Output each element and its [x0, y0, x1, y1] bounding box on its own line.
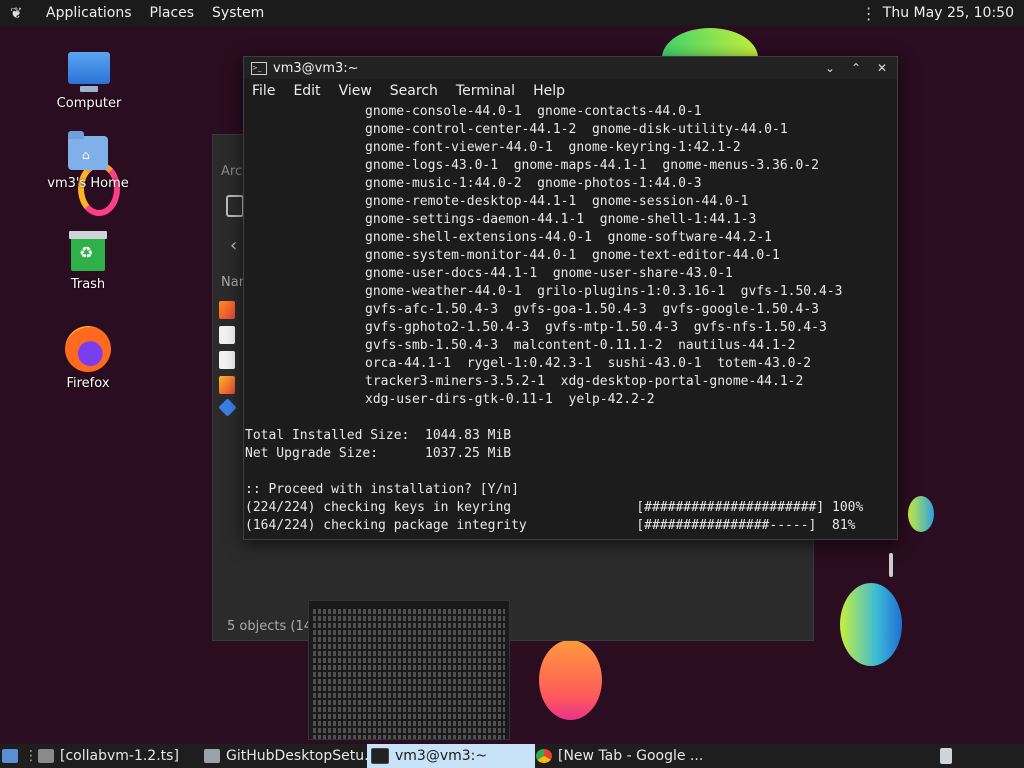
- desktop-icon-home[interactable]: ⌂ vm3's Home: [38, 131, 138, 191]
- desktop-icon-label: Computer: [56, 96, 122, 111]
- taskbar-item-label: GitHubDesktopSetu...: [226, 748, 378, 764]
- menu-file[interactable]: File: [252, 83, 275, 99]
- show-desktop-button[interactable]: [2, 744, 18, 768]
- summary-line: Total Installed Size: 1044.83 MiB: [245, 428, 512, 443]
- package-line: gnome-remote-desktop-44.1-1 gnome-sessio…: [365, 194, 749, 209]
- back-arrow-icon[interactable]: ‹: [230, 235, 237, 256]
- package-line: xdg-user-dirs-gtk-0.11-1 yelp-42.2-2: [365, 392, 655, 407]
- package-line: tracker3-miners-3.5.2-1 xdg-desktop-port…: [365, 374, 804, 389]
- window-thumbnail[interactable]: [308, 600, 510, 740]
- terminal-icon: [371, 748, 389, 764]
- wallpaper-shape: [539, 640, 602, 720]
- file-manager-toolbar-icon[interactable]: [226, 195, 244, 217]
- system-menu[interactable]: System: [212, 5, 264, 21]
- package-line: gnome-console-44.0-1 gnome-contacts-44.0…: [365, 104, 702, 119]
- taskbar: ⋮ [collabvm-1.2.ts] GitHubDesktopSetu...…: [0, 744, 1024, 768]
- summary-line: Net Upgrade Size: 1037.25 MiB: [245, 446, 512, 461]
- package-line: gnome-weather-44.0-1 grilo-plugins-1:0.3…: [365, 284, 843, 299]
- desktop-icon-trash[interactable]: ♻ Trash: [38, 231, 138, 292]
- menu-view[interactable]: View: [339, 83, 372, 99]
- menu-edit[interactable]: Edit: [293, 83, 320, 99]
- package-line: gnome-user-docs-44.1-1 gnome-user-share-…: [365, 266, 733, 281]
- package-line: orca-44.1-1 rygel-1:0.42.3-1 sushi-43.0-…: [365, 356, 812, 371]
- close-icon[interactable]: ✕: [873, 59, 891, 77]
- file-list: [218, 301, 237, 421]
- package-line: gnome-control-center-44.1-2 gnome-disk-u…: [365, 122, 788, 137]
- file-icon[interactable]: [219, 376, 235, 394]
- separator-icon: ⋮: [24, 748, 38, 764]
- desktop-icon-firefox[interactable]: Firefox: [38, 326, 138, 391]
- show-desktop-icon: [2, 749, 18, 763]
- trash-applet[interactable]: [940, 744, 952, 768]
- taskbar-item-label: vm3@vm3:~: [395, 748, 488, 764]
- menu-search[interactable]: Search: [390, 83, 438, 99]
- desktop-icon-label: vm3's Home: [47, 176, 129, 191]
- package-line: gvfs-afc-1.50.4-3 gvfs-goa-1.50.4-3 gvfs…: [365, 302, 819, 317]
- taskbar-separator: ⋮: [24, 744, 38, 768]
- places-menu[interactable]: Places: [150, 5, 195, 21]
- file-icon[interactable]: [219, 351, 235, 369]
- taskbar-item-collabvm[interactable]: [collabvm-1.2.ts]: [38, 744, 179, 768]
- file-icon[interactable]: [218, 398, 237, 417]
- desktop-icon-label: Firefox: [66, 376, 110, 391]
- window-title: vm3@vm3:~: [273, 60, 359, 76]
- file-icon[interactable]: [219, 326, 235, 344]
- progress-line: (164/224) checking package integrity [##…: [245, 518, 856, 533]
- package-line: gnome-font-viewer-44.0-1 gnome-keyring-1…: [365, 140, 741, 155]
- terminal-scrollbar[interactable]: [889, 553, 893, 577]
- package-line: gnome-logs-43.0-1 gnome-maps-44.1-1 gnom…: [365, 158, 819, 173]
- package-line: gvfs-smb-1.50.4-3 malcontent-0.11.1-2 na…: [365, 338, 796, 353]
- installer-icon: [204, 749, 220, 763]
- terminal-menubar: File Edit View Search Terminal Help: [244, 79, 897, 103]
- package-line: gnome-system-monitor-44.0-1 gnome-text-e…: [365, 248, 780, 263]
- terminal-titlebar[interactable]: >_ vm3@vm3:~ ⌄ ⌃ ✕: [244, 57, 897, 79]
- progress-line: (224/224) checking keys in keyring [####…: [245, 500, 864, 515]
- trash-applet-icon: [940, 748, 952, 764]
- taskbar-item-github-setup[interactable]: GitHubDesktopSetu...: [204, 744, 377, 768]
- package-line: gvfs-gphoto2-1.50.4-3 gvfs-mtp-1.50.4-3 …: [365, 320, 827, 335]
- desktop-icon-label: Trash: [70, 277, 106, 292]
- desktop-icon-computer[interactable]: Computer: [39, 52, 139, 111]
- home-folder-icon: ⌂: [68, 131, 108, 170]
- maximize-icon[interactable]: ⌃: [847, 59, 865, 77]
- overflow-icon[interactable]: ⋮: [861, 4, 877, 23]
- chrome-icon: [536, 749, 552, 763]
- wallpaper-shape: [908, 496, 934, 532]
- gnome-foot-icon[interactable]: ❦: [10, 4, 28, 22]
- package-line: gnome-music-1:44.0-2 gnome-photos-1:44.0…: [365, 176, 702, 191]
- top-panel: ❦ Applications Places System ⋮ Thu May 2…: [0, 0, 1024, 26]
- wallpaper-shape: [840, 583, 902, 666]
- taskbar-item-label: [New Tab - Google ...: [558, 748, 704, 764]
- proceed-prompt: :: Proceed with installation? [Y/n]: [245, 482, 519, 497]
- notes-icon: [38, 749, 54, 763]
- menu-terminal[interactable]: Terminal: [456, 83, 515, 99]
- package-line: gnome-shell-extensions-44.0-1 gnome-soft…: [365, 230, 772, 245]
- package-line: gnome-settings-daemon-44.1-1 gnome-shell…: [365, 212, 757, 227]
- status-bar: 5 objects (141: [227, 619, 321, 634]
- computer-icon: [68, 52, 110, 92]
- terminal-output[interactable]: gnome-console-44.0-1 gnome-contacts-44.0…: [244, 103, 885, 539]
- taskbar-item-terminal[interactable]: vm3@vm3:~: [367, 744, 535, 768]
- file-icon[interactable]: [219, 301, 235, 319]
- trash-icon: ♻: [69, 231, 107, 271]
- taskbar-item-label: [collabvm-1.2.ts]: [60, 748, 179, 764]
- terminal-icon: >_: [251, 61, 267, 75]
- minimize-icon[interactable]: ⌄: [821, 59, 839, 77]
- firefox-icon: [65, 326, 111, 372]
- clock[interactable]: Thu May 25, 10:50: [883, 5, 1014, 21]
- applications-menu[interactable]: Applications: [46, 5, 132, 21]
- terminal-window[interactable]: >_ vm3@vm3:~ ⌄ ⌃ ✕ File Edit View Search…: [243, 56, 898, 577]
- menu-help[interactable]: Help: [533, 83, 565, 99]
- taskbar-item-chrome[interactable]: [New Tab - Google ...: [536, 744, 703, 768]
